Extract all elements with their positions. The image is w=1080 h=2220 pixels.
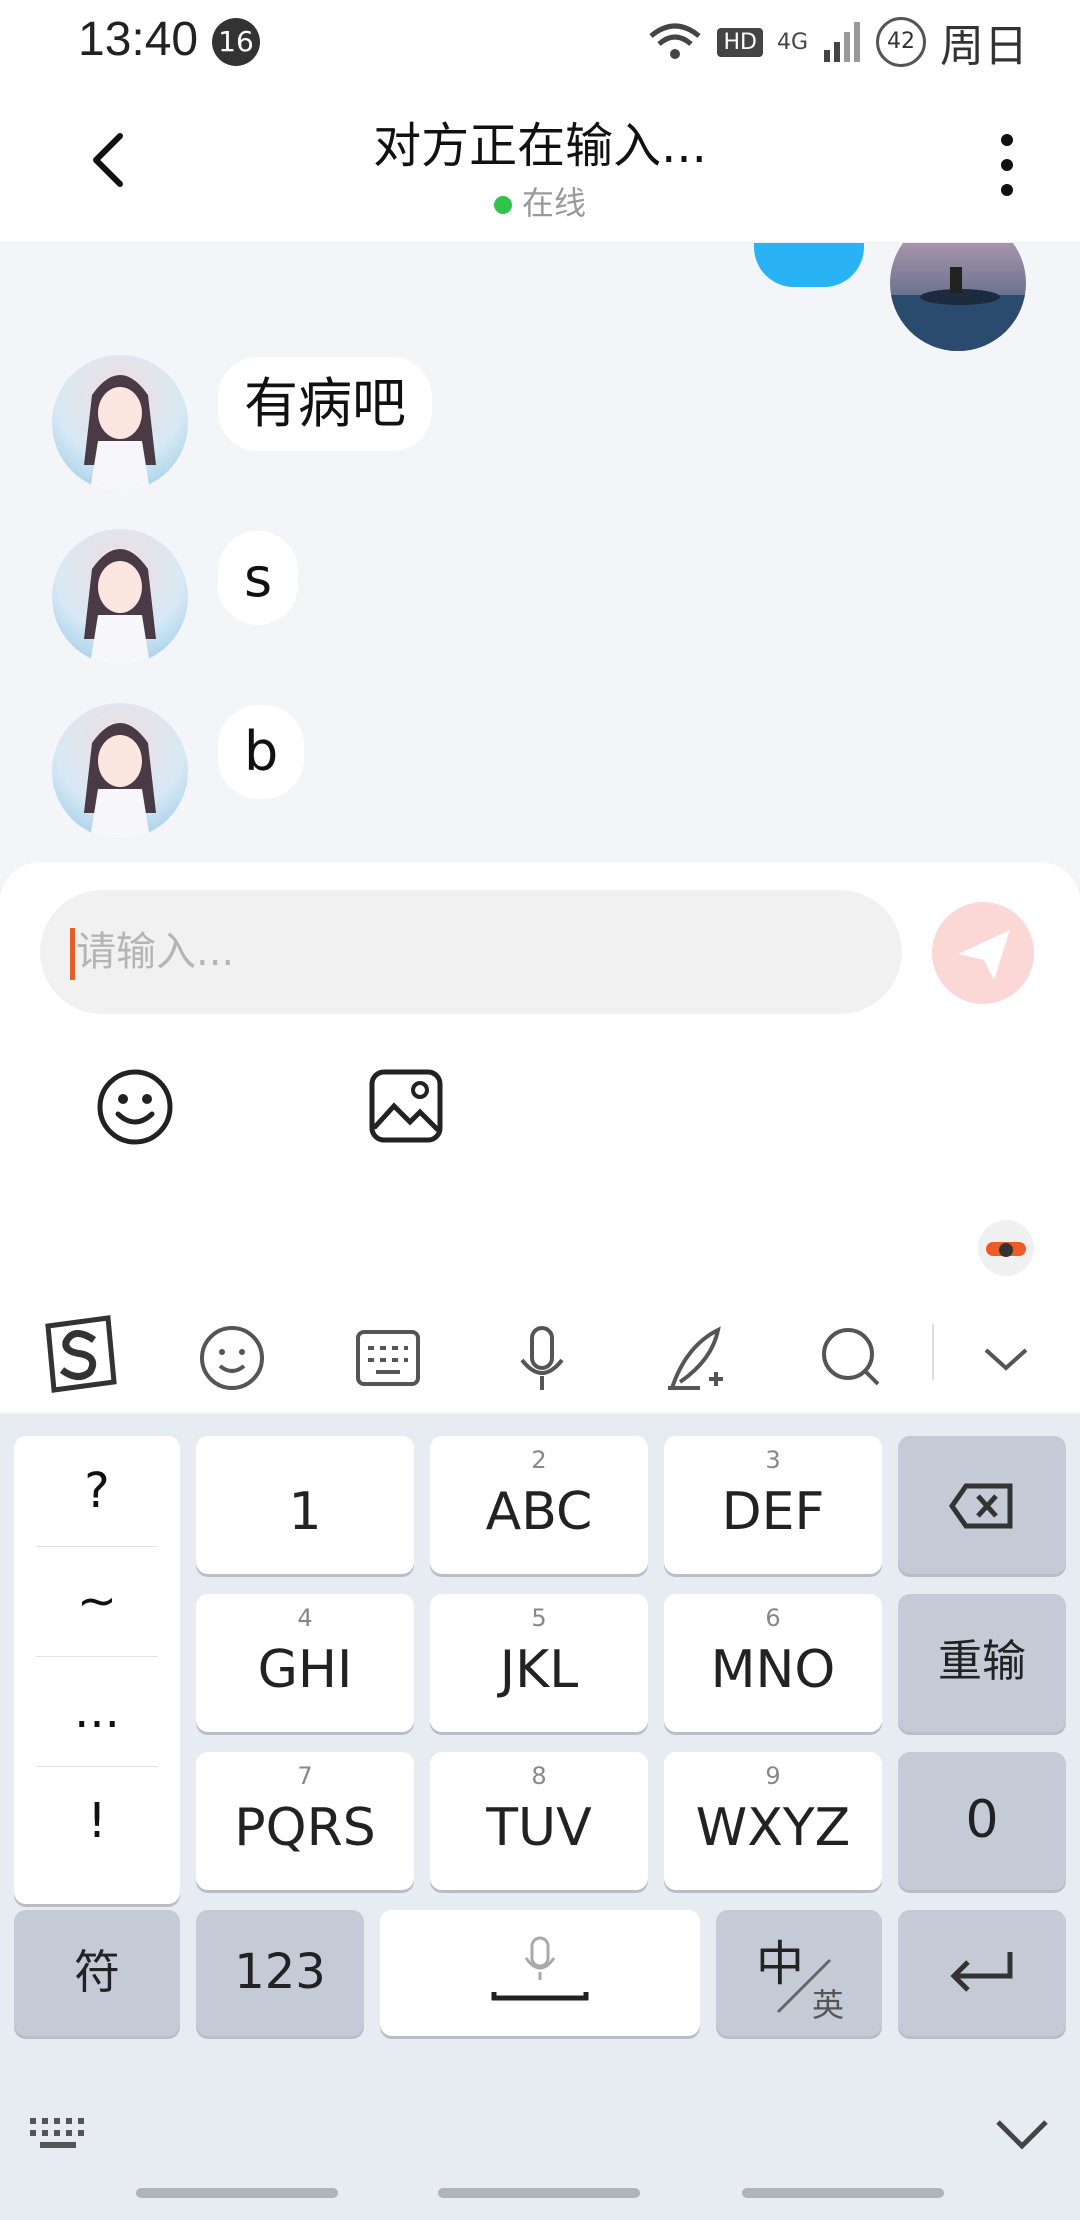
symbol-key[interactable]: ! [36,1766,158,1876]
symbol-column[interactable]: ? ~ ... ! [14,1436,180,1904]
key-label: WXYZ [695,1798,851,1858]
chinese-english-toggle-key[interactable]: 中 英 [716,1910,882,2036]
status-bar: 13:40 16 HD 4G 42 周日 [0,0,1080,82]
status-time: 13:40 [78,13,199,66]
key-label: 符 [74,1945,120,1999]
chat-header: 对方正在输入... 在线 [0,82,1080,243]
message-bubble[interactable]: s [218,531,299,625]
symbol-key[interactable]: ~ [36,1546,158,1657]
key-def[interactable]: 3 DEF [664,1436,882,1574]
key-sub-label: 7 [297,1762,313,1790]
key-label: PQRS [234,1798,376,1858]
network-4g: 4G [776,29,808,55]
sent-message-bubble[interactable] [754,243,864,287]
key-abc[interactable]: 2 ABC [430,1436,648,1574]
slash-divider [776,1958,832,2014]
key-sub-label: 3 [765,1446,781,1474]
key-label: 重输 [938,1636,1026,1687]
key-sub-label: 8 [531,1762,547,1790]
toolbar-divider [932,1324,934,1380]
chat-message-list[interactable]: 有病吧 s b [0,243,1080,863]
contact-avatar[interactable] [52,529,188,665]
sogou-logo-icon[interactable] [38,1312,122,1396]
keyboard-mascot-icon[interactable] [978,1220,1034,1276]
key-pqrs[interactable]: 7 PQRS [196,1752,414,1890]
keyboard-toolbar [0,1212,1080,1412]
my-avatar[interactable] [890,243,1026,351]
emoji-icon[interactable] [96,1068,174,1146]
key-label: 0 [965,1790,999,1850]
keyboard-switch-icon[interactable] [28,2114,94,2154]
status-day: 周日 [940,21,1028,72]
status-indicators: HD 4G 42 周日 [647,12,1028,72]
enter-icon [950,1952,1013,1992]
key-ghi[interactable]: 4 GHI [196,1594,414,1732]
hd-indicator: HD [717,27,763,57]
t9-keyboard: ? ~ ... ! 1 2 ABC 3 DEF 4 GHI 5 JKL 6 MNO 重输 … [0,1414,1080,2220]
chat-title: 对方正在输入... [373,118,707,174]
key-label: 123 [234,1944,326,2000]
space-key[interactable] [380,1910,700,2036]
input-panel: 请输入... [0,862,1080,1213]
more-options-icon[interactable] [992,132,1022,198]
key-0[interactable]: 0 [898,1752,1066,1890]
key-wxyz[interactable]: 9 WXYZ [664,1752,882,1890]
key-label: GHI [257,1640,353,1700]
backspace-key[interactable] [898,1436,1066,1574]
contact-avatar[interactable] [52,703,188,839]
notification-count-badge: 16 [212,18,260,66]
battery-indicator: 42 [876,17,926,67]
text-cursor [70,928,75,980]
message-bubble[interactable]: b [218,705,305,799]
online-status-label: 在线 [521,184,586,222]
nav-handle-right[interactable] [742,2188,944,2198]
handwriting-icon[interactable] [656,1316,740,1400]
signal-icon [824,22,860,62]
send-button[interactable] [932,902,1034,1004]
key-sub-label: 4 [297,1604,313,1632]
key-tuv[interactable]: 8 TUV [430,1752,648,1890]
voice-input-icon[interactable] [500,1316,584,1400]
key-label: DEF [721,1482,825,1542]
online-status: 在线 [0,178,1080,224]
message-input[interactable]: 请输入... [40,890,902,1014]
key-mno[interactable]: 6 MNO [664,1594,882,1732]
wifi-icon [649,23,702,59]
key-label: 1 [288,1482,322,1542]
key-1[interactable]: 1 [196,1436,414,1574]
online-dot [493,196,512,214]
emoji-keyboard-icon[interactable] [190,1316,274,1400]
numbers-key[interactable]: 123 [196,1910,364,2036]
hide-keyboard-chevron-icon[interactable] [994,2116,1050,2152]
send-icon [958,930,1010,980]
key-jkl[interactable]: 5 JKL [430,1594,648,1732]
key-sub-label: 2 [531,1446,547,1474]
key-sub-label: 9 [765,1762,781,1790]
symbol-key[interactable]: ... [36,1656,158,1767]
nav-handle-left[interactable] [136,2188,338,2198]
symbols-key[interactable]: 符 [14,1910,180,2036]
collapse-keyboard-chevron-icon[interactable] [964,1316,1048,1400]
key-sub-label: 5 [531,1604,547,1632]
image-icon[interactable] [368,1068,444,1144]
contact-avatar[interactable] [52,355,188,491]
key-label: TUV [486,1798,592,1858]
backspace-icon [948,1483,1013,1529]
key-label: JKL [499,1640,579,1700]
key-sub-label: 6 [765,1604,781,1632]
message-bubble[interactable]: 有病吧 [218,357,432,451]
input-placeholder: 请输入... [76,929,235,975]
space-mic-icon [491,1936,589,2001]
key-label: ABC [485,1482,593,1542]
keyboard-layout-icon[interactable] [346,1316,430,1400]
reinput-key[interactable]: 重输 [898,1594,1066,1732]
enter-key[interactable] [898,1910,1066,2036]
key-label: MNO [710,1640,836,1700]
symbol-key[interactable]: ? [36,1436,158,1547]
nav-handle-center[interactable] [438,2188,640,2198]
search-icon[interactable] [810,1316,894,1400]
